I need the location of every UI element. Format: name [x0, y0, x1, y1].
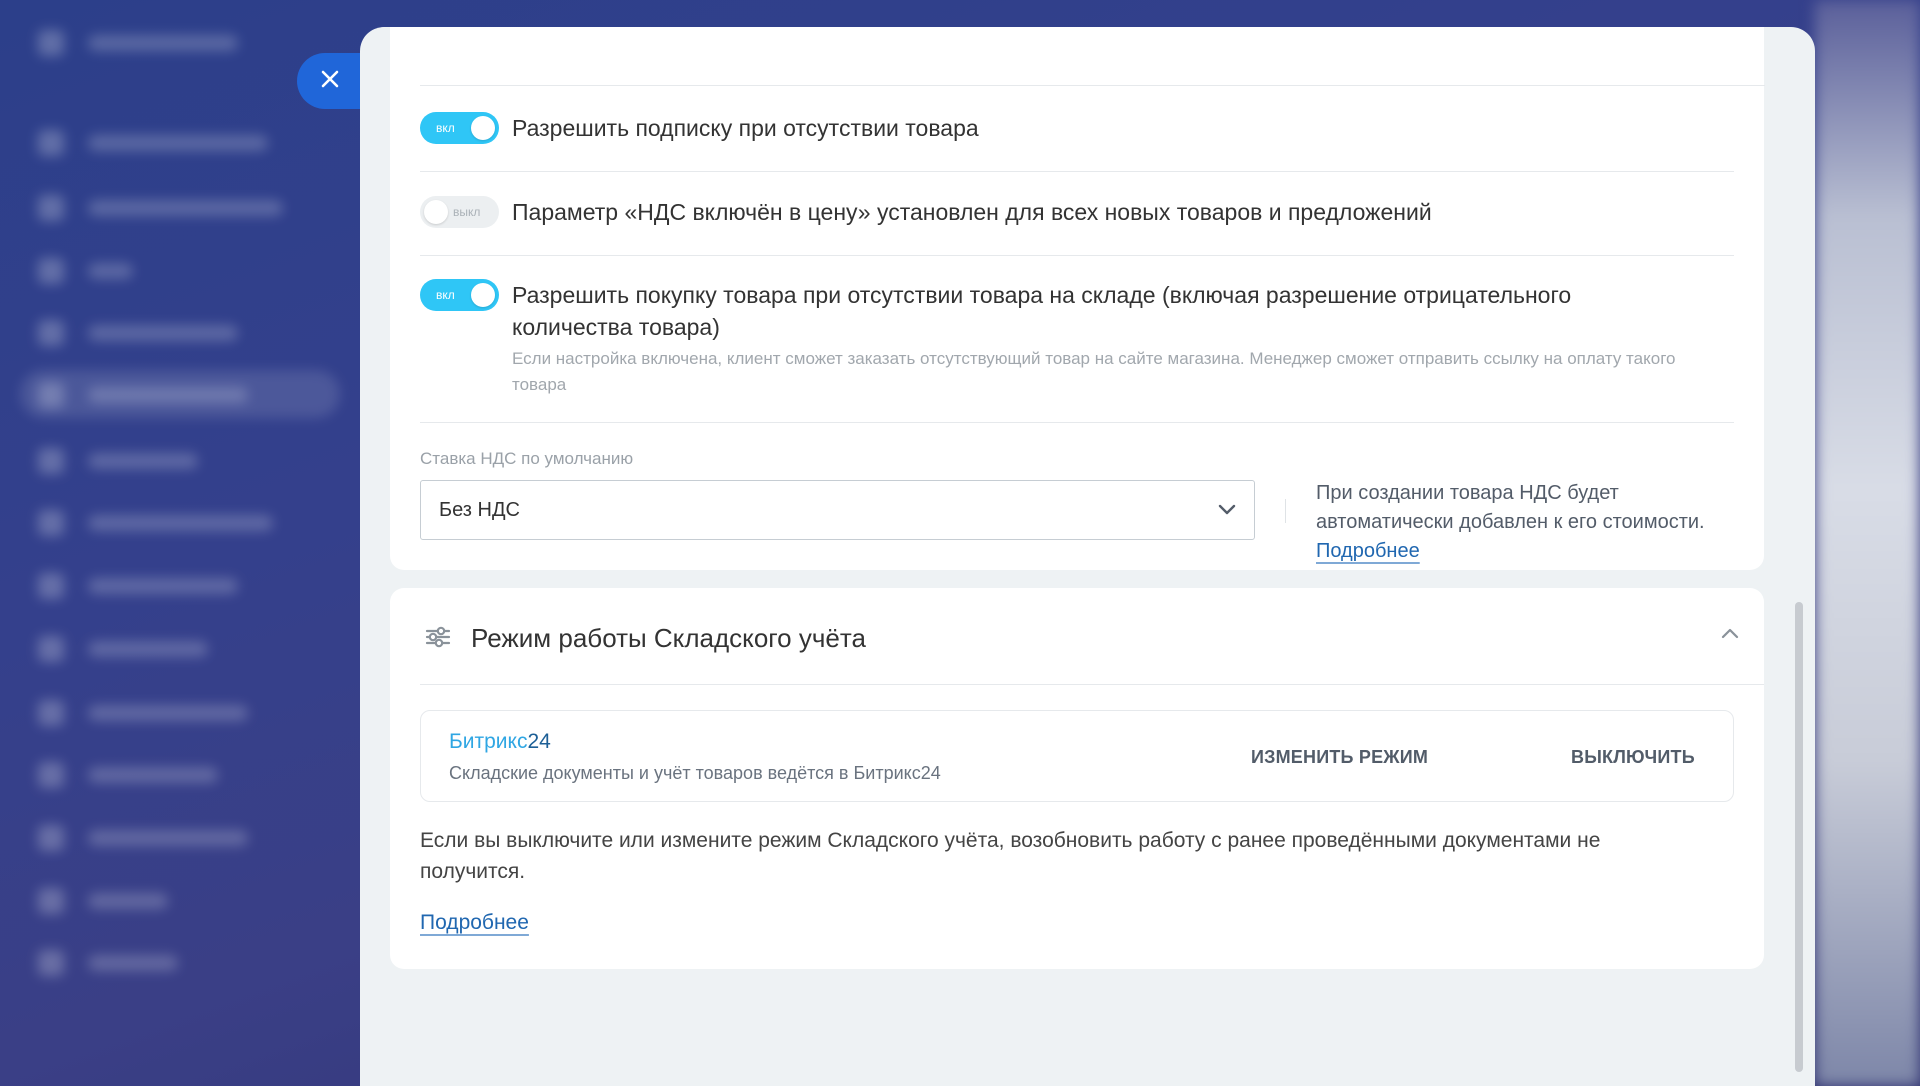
divider — [420, 171, 1734, 172]
toggle-state-label: выкл — [453, 205, 481, 219]
toggle-state-label: вкл — [436, 288, 455, 302]
background-item — [38, 700, 248, 726]
divider — [420, 684, 1764, 685]
toggle-state-label: вкл — [436, 121, 455, 135]
subscription-option-label: Разрешить подписку при отсутствии товара — [512, 115, 979, 141]
chevron-down-icon — [1218, 503, 1236, 521]
default-vat-select[interactable]: Без НДС — [420, 480, 1255, 540]
background-item — [38, 825, 248, 851]
toggle-knob — [424, 200, 448, 224]
warehouse-more-link[interactable]: Подробнее — [420, 908, 529, 938]
close-icon — [321, 70, 339, 93]
subscription-toggle[interactable]: вкл — [420, 112, 499, 144]
divider — [420, 85, 1765, 86]
mode-name-part1: Битрикс — [449, 730, 528, 753]
background-item — [38, 636, 208, 662]
toggle-knob — [471, 283, 495, 307]
settings-panel: вкл Разрешить подписку при отсутствии то… — [360, 27, 1815, 1086]
background-content — [1815, 0, 1920, 1086]
background-item — [38, 258, 133, 284]
background-item — [38, 573, 238, 599]
background-item — [38, 510, 273, 536]
section-title: Режим работы Складского учёта — [471, 623, 866, 653]
vat-more-link[interactable]: Подробнее — [1316, 537, 1420, 566]
current-mode-box: Битрикс24 Складские документы и учёт тов… — [420, 710, 1734, 802]
background-item — [38, 382, 248, 408]
negative-stock-toggle[interactable]: вкл — [420, 279, 499, 311]
default-vat-label: Ставка НДС по умолчанию — [420, 449, 634, 468]
mode-warning-text: Если вы выключите или измените режим Скл… — [420, 829, 1601, 883]
background-item — [38, 888, 168, 914]
chevron-up-icon[interactable] — [1721, 626, 1739, 644]
background-item — [38, 320, 238, 346]
catalog-settings-card: вкл Разрешить подписку при отсутствии то… — [390, 27, 1765, 570]
background-item — [38, 130, 268, 156]
close-button[interactable] — [297, 53, 367, 109]
mode-name-part2: 24 — [527, 730, 551, 753]
vat-included-toggle[interactable]: выкл — [420, 196, 499, 228]
mode-name: Битрикс24 — [449, 729, 551, 755]
negative-stock-option-label: Разрешить покупку товара при отсутствии … — [512, 282, 1572, 340]
vertical-divider — [1285, 499, 1286, 523]
background-item — [38, 762, 218, 788]
background-item — [38, 448, 198, 474]
toggle-knob — [471, 116, 495, 140]
warehouse-mode-card: Режим работы Складского учёта Битрикс24 … — [390, 588, 1764, 969]
divider — [420, 255, 1734, 256]
mode-description: Складские документы и учёт товаров ведёт… — [449, 763, 941, 783]
background-sidebar — [0, 0, 360, 1086]
background-item — [38, 30, 238, 56]
panel-scrollbar[interactable] — [1795, 602, 1803, 1072]
negative-stock-hint: Если настройка включена, клиент сможет з… — [512, 349, 1676, 394]
disable-button[interactable]: ВЫКЛЮЧИТЬ — [1571, 746, 1695, 768]
default-vat-value: Без НДС — [439, 499, 520, 521]
sliders-icon — [425, 626, 451, 653]
background-item — [38, 195, 283, 221]
vat-included-option-label: Параметр «НДС включён в цену» установлен… — [512, 199, 1432, 225]
background-item — [38, 950, 178, 976]
vat-note: При создании товара НДС будет автоматиче… — [1316, 482, 1705, 533]
change-mode-button[interactable]: ИЗМЕНИТЬ РЕЖИМ — [1251, 746, 1428, 768]
divider — [420, 422, 1734, 423]
